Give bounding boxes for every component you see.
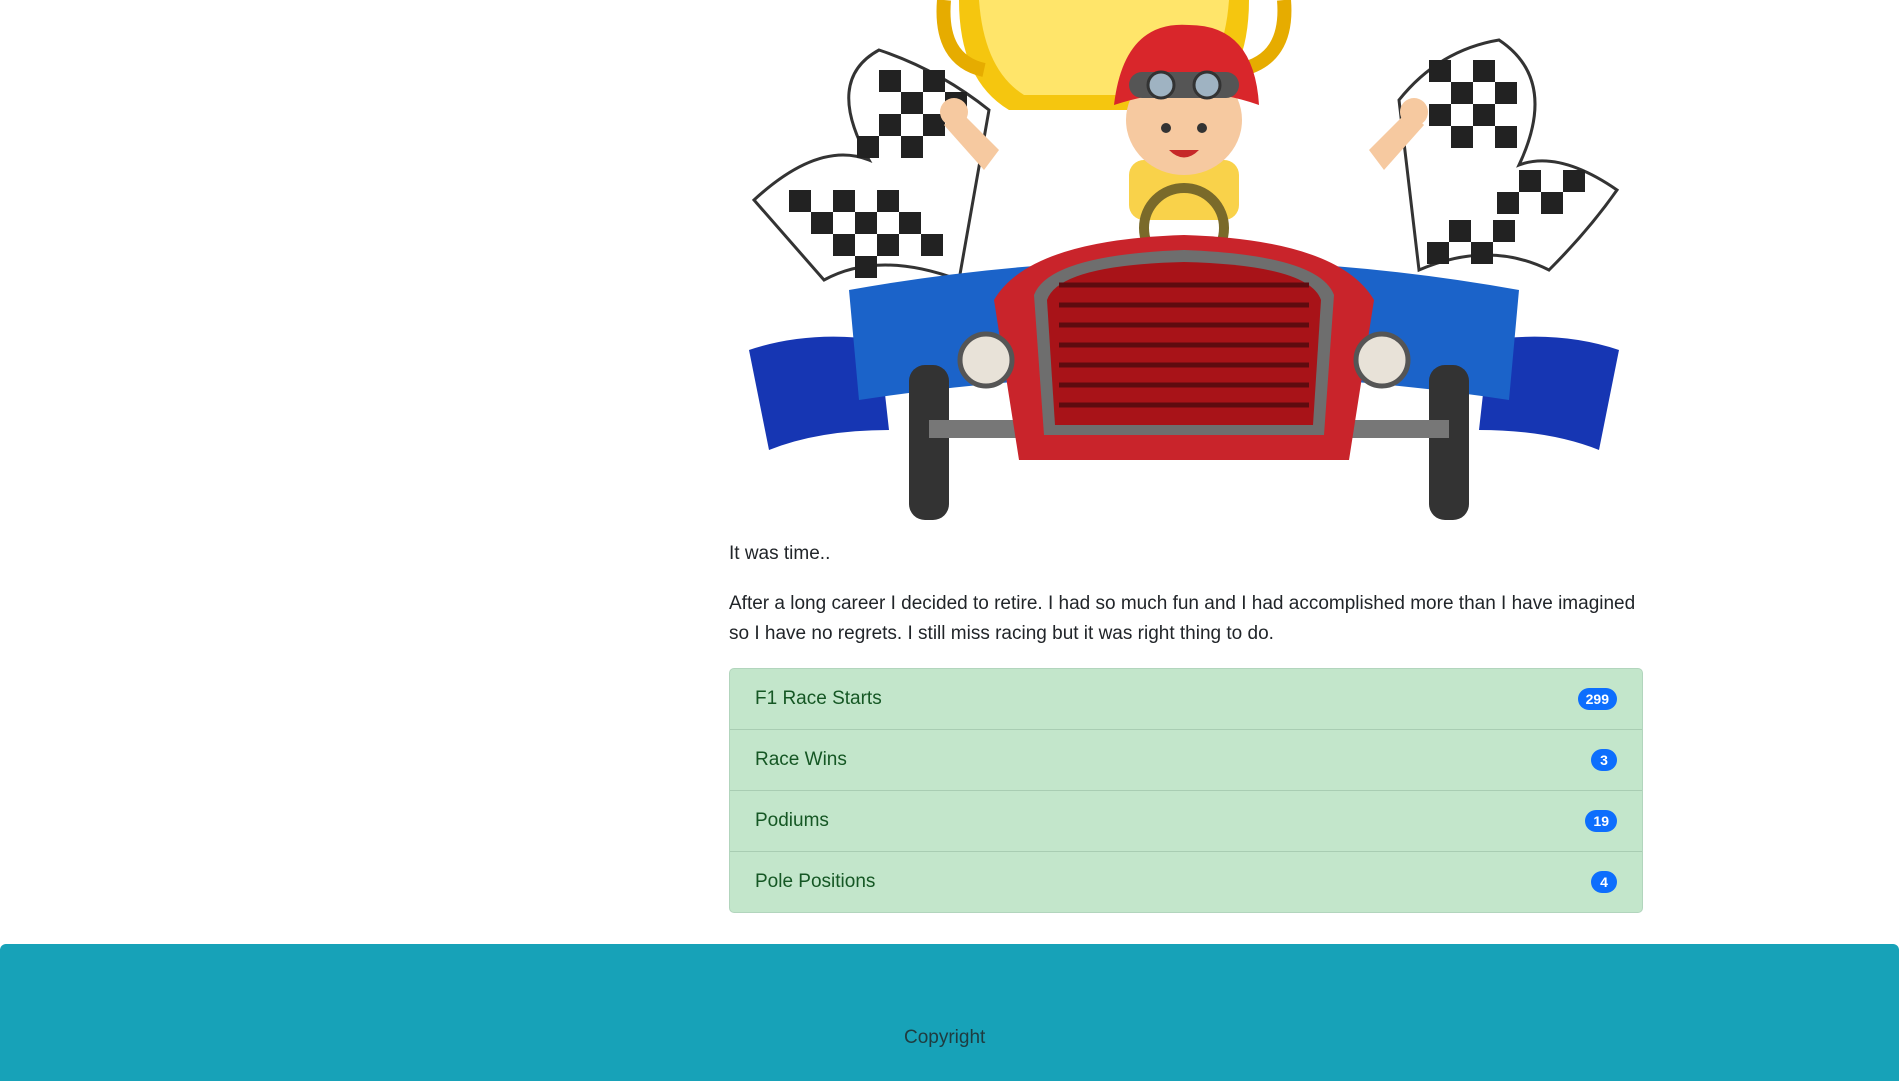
hero-illustration xyxy=(729,0,1642,530)
lead-text: It was time.. xyxy=(729,543,831,564)
stat-count-badge: 3 xyxy=(1591,749,1617,771)
list-item: Pole Positions 4 xyxy=(730,852,1642,912)
right-checkered-flag xyxy=(1397,38,1620,273)
page-footer: Copyright xyxy=(0,944,1899,1081)
copyright-text: Copyright xyxy=(904,1027,986,1048)
stat-count-badge: 19 xyxy=(1585,810,1617,832)
stat-label: Pole Positions xyxy=(755,871,876,892)
stat-count-badge: 4 xyxy=(1591,871,1617,893)
body-paragraph: After a long career I decided to retire.… xyxy=(729,593,1636,644)
list-item: Podiums 19 xyxy=(730,791,1642,852)
main-content xyxy=(729,0,1642,530)
racing-girl-illustration xyxy=(749,0,1620,520)
stat-label: Race Wins xyxy=(755,749,847,770)
stat-count-badge: 299 xyxy=(1577,688,1617,710)
stats-list: F1 Race Starts 299 Race Wins 3 Podiums 1… xyxy=(729,668,1643,913)
list-item: F1 Race Starts 299 xyxy=(730,669,1642,730)
list-item: Race Wins 3 xyxy=(730,730,1642,791)
red-race-car xyxy=(909,183,1469,520)
stat-label: Podiums xyxy=(755,810,829,831)
stat-label: F1 Race Starts xyxy=(755,688,882,709)
left-checkered-flag xyxy=(751,48,991,283)
